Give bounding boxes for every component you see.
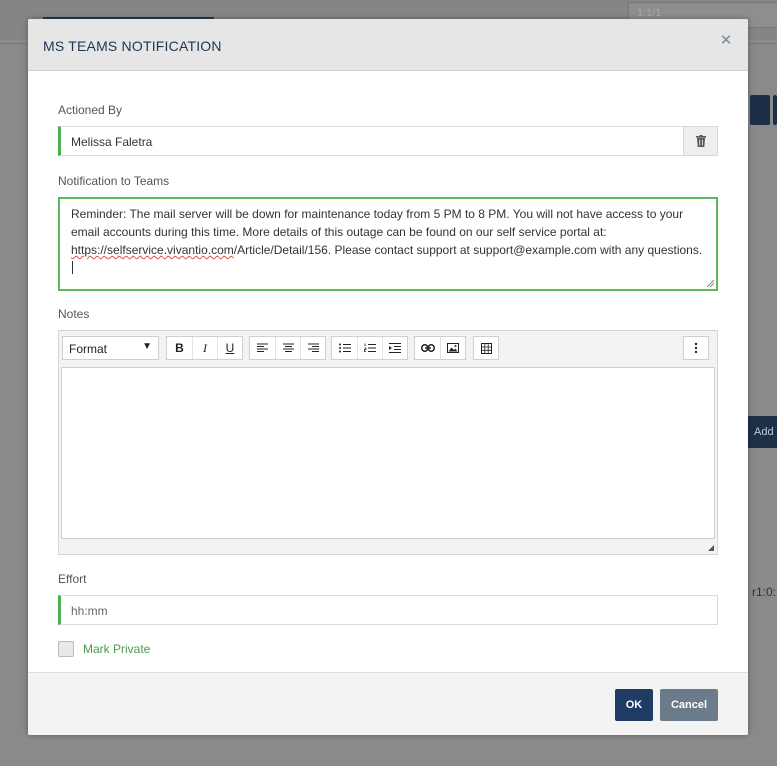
background-divider: [748, 43, 777, 44]
list-group: [331, 336, 408, 360]
cancel-button[interactable]: Cancel: [660, 689, 718, 721]
insert-group: [414, 336, 466, 360]
notes-content-area[interactable]: [61, 367, 715, 539]
background-field-text: 1:1/1: [637, 7, 662, 19]
underline-button[interactable]: U: [217, 337, 242, 359]
indent-button[interactable]: [382, 337, 407, 359]
modal-header: MS TEAMS NOTIFICATION ✕: [28, 19, 748, 71]
more-group: [683, 336, 709, 360]
background-side-text: r1:0:: [752, 585, 777, 599]
indent-icon: [389, 343, 401, 353]
resize-grip-icon[interactable]: [708, 545, 714, 551]
align-center-icon: [282, 343, 294, 352]
numbered-list-icon: [364, 343, 376, 352]
table-group: [473, 336, 499, 360]
format-select[interactable]: Format ▼: [62, 336, 159, 360]
background-add-button: Add: [748, 416, 777, 448]
align-right-icon: [307, 343, 319, 352]
notification-text-part1: Reminder: The mail server will be down f…: [71, 207, 684, 239]
align-left-button[interactable]: [250, 337, 275, 359]
italic-button[interactable]: I: [192, 337, 217, 359]
table-button[interactable]: [474, 337, 498, 359]
modal-footer: OK Cancel: [28, 672, 748, 735]
format-select-label: Format: [69, 342, 108, 356]
notification-textarea[interactable]: Reminder: The mail server will be down f…: [58, 197, 718, 291]
text-style-group: B I U: [166, 336, 243, 360]
actioned-by-value: Melissa Faletra: [71, 135, 153, 149]
image-button[interactable]: [440, 337, 465, 359]
effort-label: Effort: [58, 572, 87, 586]
actioned-by-label: Actioned By: [58, 103, 123, 117]
background-button: [773, 95, 777, 125]
more-icon: [694, 342, 698, 354]
mark-private-label[interactable]: Mark Private: [83, 642, 150, 656]
notification-label: Notification to Teams: [58, 174, 170, 188]
more-button[interactable]: [684, 337, 708, 359]
notification-text-part2: Please contact support at support@exampl…: [331, 243, 703, 257]
link-icon: [420, 344, 435, 352]
alignment-group: [249, 336, 326, 360]
bold-button[interactable]: B: [167, 337, 192, 359]
link-button[interactable]: [415, 337, 440, 359]
image-icon: [447, 343, 459, 353]
resize-grip-icon[interactable]: [707, 280, 714, 287]
align-left-icon: [257, 343, 268, 352]
actioned-by-field[interactable]: Melissa Faletra: [58, 126, 718, 156]
ok-button[interactable]: OK: [615, 689, 653, 721]
link-suffix: /Article/Detail/156.: [233, 243, 332, 257]
notification-text: Reminder: The mail server will be down f…: [71, 205, 703, 277]
modal-title: MS TEAMS NOTIFICATION: [43, 38, 222, 54]
bullet-list-icon: [338, 343, 351, 353]
bullet-list-button[interactable]: [332, 337, 357, 359]
numbered-list-button[interactable]: [357, 337, 382, 359]
link-prefix: https://: [71, 243, 108, 257]
link-domain: selfservice.vivantio.com: [107, 243, 234, 257]
effort-placeholder: hh:mm: [71, 604, 108, 618]
text-caret: [72, 261, 73, 274]
clear-actioned-by-button[interactable]: [683, 127, 717, 155]
effort-field[interactable]: hh:mm: [58, 595, 718, 625]
close-icon[interactable]: ✕: [718, 33, 734, 49]
trash-icon: [695, 135, 706, 147]
notification-link: https://selfservice.vivantio.com: [71, 243, 234, 257]
caret-down-icon: ▼: [142, 341, 152, 352]
table-icon: [480, 342, 492, 354]
background-divider: [0, 43, 28, 44]
mark-private-checkbox[interactable]: [58, 641, 74, 657]
notes-editor: Format ▼ B I U: [58, 330, 718, 555]
align-right-button[interactable]: [300, 337, 325, 359]
notification-modal: MS TEAMS NOTIFICATION ✕ Actioned By Meli…: [28, 19, 748, 735]
notes-label: Notes: [58, 307, 90, 321]
align-center-button[interactable]: [275, 337, 300, 359]
background-button: [750, 95, 770, 125]
